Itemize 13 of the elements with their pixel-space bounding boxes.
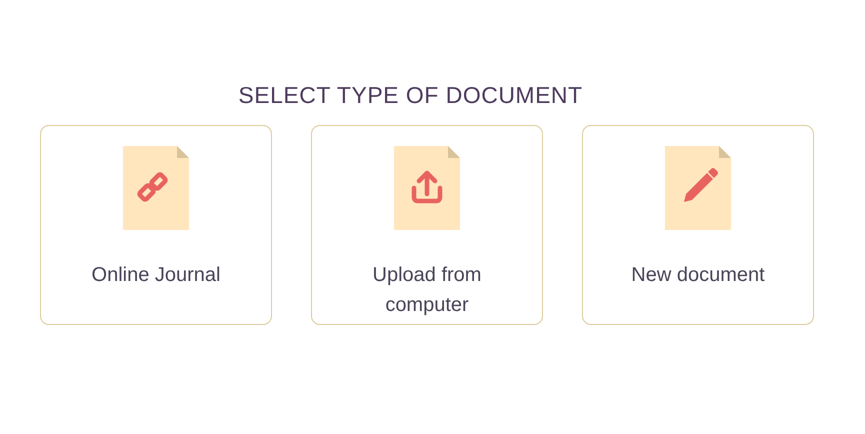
pencil-icon xyxy=(684,168,718,202)
card-label: Upload from computer xyxy=(372,263,482,318)
card-label: Online Journal xyxy=(90,263,222,288)
card-label: New document xyxy=(630,263,766,288)
upload-icon xyxy=(412,170,442,204)
page-heading: SELECT TYPE OF DOCUMENT xyxy=(237,82,584,109)
document-icon xyxy=(123,146,189,230)
document-icon xyxy=(665,146,731,230)
document-type-card[interactable]: New document xyxy=(582,125,814,325)
document-type-card[interactable]: Upload from computer xyxy=(311,125,543,325)
document-type-card[interactable]: Online Journal xyxy=(40,125,272,325)
document-icon xyxy=(394,146,460,230)
link-icon xyxy=(136,171,169,203)
